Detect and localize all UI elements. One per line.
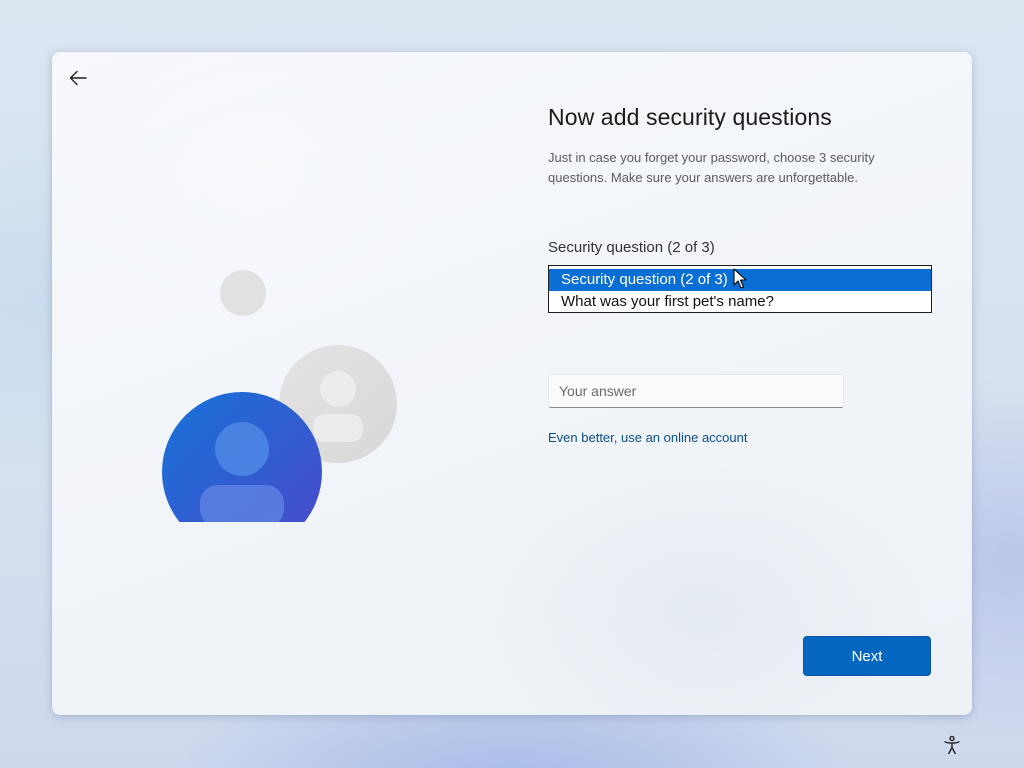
back-button[interactable] [64,64,92,92]
page-subtitle: Just in case you forget your password, c… [548,150,875,185]
security-answer-input[interactable] [548,374,844,408]
form-pane: Now add security questions Just in case … [548,104,932,445]
page-title: Now add security questions [548,104,832,130]
online-account-link[interactable]: Even better, use an online account [548,430,747,445]
security-question-dropdown[interactable]: Security question (2 of 3) What was your… [548,265,932,313]
dropdown-option-first-pet[interactable]: What was your first pet's name? [549,291,931,313]
back-arrow-icon [69,70,87,86]
dropdown-option-placeholder[interactable]: Security question (2 of 3) [549,269,931,291]
user-accounts-illustration [162,270,397,522]
accessibility-button[interactable] [940,733,964,757]
security-question-label: Security question (2 of 3) [548,239,715,256]
small-avatar-dot [220,270,266,316]
setup-dialog: Now add security questions Just in case … [52,52,972,715]
accessibility-icon [944,735,960,755]
next-button[interactable]: Next [803,636,931,676]
